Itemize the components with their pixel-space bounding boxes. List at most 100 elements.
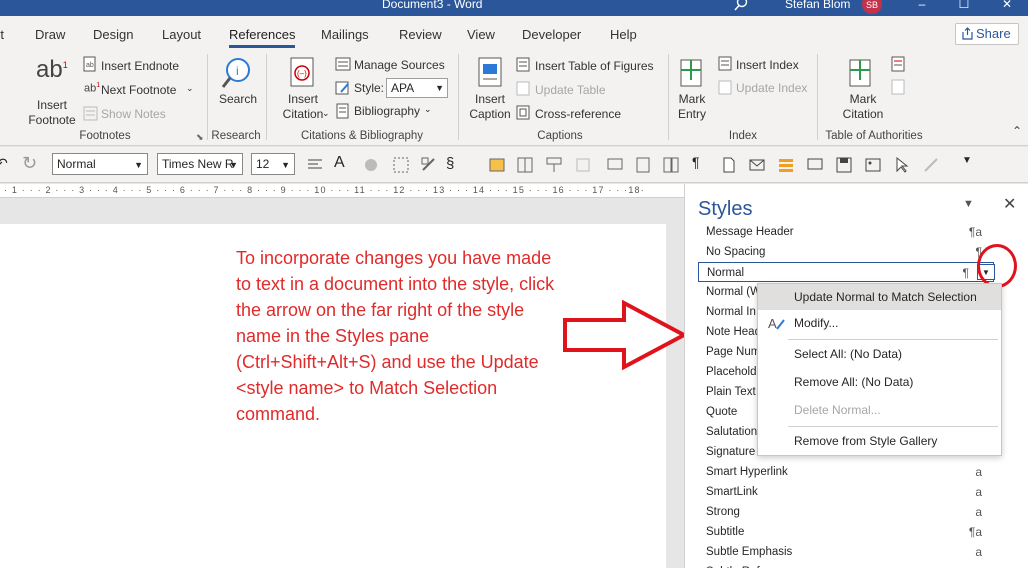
insert-endnote-button[interactable]: Insert Endnote [101, 59, 179, 73]
mark-citation-button[interactable]: Mark Citation [834, 92, 892, 122]
insert-table-of-figures-button[interactable]: Insert Table of Figures [535, 59, 654, 73]
style-list-item[interactable]: Normal ¶ ▼ [698, 262, 995, 282]
tab-mailings[interactable]: Mailings [321, 27, 369, 42]
collapse-ribbon-icon[interactable]: ⌃ [1012, 124, 1022, 138]
insert-table-icon[interactable] [516, 156, 534, 174]
style-type-icon: ¶ [962, 266, 969, 280]
picture-icon[interactable] [864, 156, 882, 174]
font-combo[interactable]: Times New R ▼ [157, 153, 243, 175]
font-combo-value: Times New R [162, 157, 234, 171]
styles-pane-icon[interactable] [420, 156, 438, 174]
style-list-item[interactable]: Strong a [698, 502, 994, 522]
manage-sources-button[interactable]: Manage Sources [354, 58, 445, 72]
restore-button[interactable]: ☐ [955, 0, 973, 14]
list-icon[interactable] [777, 156, 795, 174]
close-icon[interactable]: ✕ [1003, 194, 1016, 214]
tab-references[interactable]: References [229, 27, 296, 48]
style-list-item[interactable]: Smart Hyperlink a [698, 462, 994, 482]
pilcrow-icon[interactable]: ¶ [692, 154, 710, 172]
format-painter-icon[interactable] [545, 156, 563, 174]
citation-style-dropdown[interactable]: APA ▼ [386, 78, 448, 98]
insert-caption-button[interactable]: Insert Caption [463, 92, 517, 122]
user-name[interactable]: Stefan Blom [785, 0, 850, 11]
title-bar: Document3 - Word Stefan Blom SB – ☐ ✕ [0, 0, 1028, 16]
show-notes-button[interactable]: Show Notes [101, 107, 166, 121]
shading-icon[interactable] [362, 156, 380, 174]
dialog-launcher-icon[interactable]: ⬊ [196, 132, 204, 143]
draw-icon[interactable] [922, 156, 940, 174]
style-list-item[interactable]: Message Header ¶a [698, 222, 994, 242]
pane-options-icon[interactable]: ▼ [963, 198, 974, 210]
tab-insert[interactable]: rt [0, 27, 4, 42]
tab-review[interactable]: Review [399, 27, 442, 42]
font-size-combo[interactable]: 12 ▼ [251, 153, 295, 175]
pointer-arrow-icon [563, 300, 688, 370]
style-name: Normal [707, 267, 745, 279]
update-table-button[interactable]: Update Table [535, 83, 606, 97]
select-all-item[interactable]: Select All: (No Data) [758, 341, 1001, 367]
style-list-item[interactable]: SmartLink a [698, 482, 994, 502]
next-footnote-button[interactable]: Next Footnote [101, 83, 176, 97]
search-icon[interactable] [733, 0, 749, 12]
email-icon[interactable] [748, 156, 766, 174]
style-list-item[interactable]: Subtitle ¶a [698, 522, 994, 542]
select-pointer-icon[interactable] [893, 156, 911, 174]
new-document-icon[interactable] [720, 156, 738, 174]
print-preview-icon[interactable] [806, 156, 824, 174]
style-name: Signature [706, 446, 756, 458]
style-list-item[interactable]: Subtle Referencea [698, 562, 994, 568]
chevron-down-icon: ▼ [435, 83, 444, 93]
avatar[interactable]: SB [862, 0, 882, 14]
share-button[interactable]: Share [955, 23, 1019, 45]
group-separator [458, 54, 459, 140]
borders-icon[interactable] [392, 156, 410, 174]
horizontal-ruler[interactable]: · 1 · · · 2 · · · 3 · · · 4 · · · 5 · · … [0, 184, 684, 198]
update-toa-icon[interactable] [890, 79, 906, 95]
new-comment-icon[interactable] [606, 156, 624, 174]
cross-reference-button[interactable]: Cross-reference [535, 107, 621, 121]
update-to-match-selection-item[interactable]: Update Normal to Match Selection [758, 284, 1001, 310]
style-name: Quote [706, 406, 738, 418]
insert-picture-icon[interactable] [488, 156, 506, 174]
tab-design[interactable]: Design [93, 27, 133, 42]
insert-index-button[interactable]: Insert Index [736, 58, 799, 72]
style-list-item[interactable]: Subtle Emphasis a [698, 542, 994, 562]
insert-citation-dropdown-icon[interactable]: ⌄ [322, 108, 330, 119]
clear-formatting-icon[interactable] [574, 156, 592, 174]
tab-view[interactable]: View [467, 27, 495, 42]
insert-toa-icon[interactable] [890, 56, 906, 72]
manage-sources-icon [335, 57, 351, 71]
update-table-icon [516, 81, 530, 96]
bibliography-dropdown-icon[interactable]: ⌄ [424, 104, 432, 115]
tab-help[interactable]: Help [610, 27, 637, 42]
undo-icon[interactable]: ↶ [0, 155, 14, 173]
paragraph-format-icon[interactable] [306, 156, 324, 174]
close-window-button[interactable]: ✕ [998, 0, 1016, 14]
compare-icon[interactable] [662, 156, 680, 174]
insert-footnote-button[interactable]: ab1 Insert Footnote [28, 56, 76, 127]
next-footnote-dropdown-icon[interactable]: ⌄ [186, 83, 194, 94]
style-combo[interactable]: Normal ▼ [52, 153, 148, 175]
index-group-label: Index [728, 130, 758, 142]
tab-draw[interactable]: Draw [35, 27, 65, 42]
style-type-icon: ¶a [968, 225, 982, 239]
mark-entry-button[interactable]: Mark Entry [668, 92, 716, 122]
minimize-button[interactable]: – [913, 0, 931, 14]
font-color-icon[interactable]: A [334, 154, 352, 172]
update-index-button[interactable]: Update Index [736, 81, 807, 95]
customize-qat-icon[interactable]: ▼ [962, 155, 980, 173]
tab-developer[interactable]: Developer [522, 27, 581, 42]
modify-style-item[interactable]: A Modify... [758, 310, 1001, 336]
style-list-item[interactable]: No Spacing ¶ [698, 242, 994, 262]
remove-from-gallery-item[interactable]: Remove from Style Gallery [758, 428, 1001, 454]
delete-style-item[interactable]: Delete Normal... [758, 397, 1001, 423]
redo-icon[interactable]: ↻ [22, 153, 40, 173]
remove-all-item[interactable]: Remove All: (No Data) [758, 369, 1001, 395]
bibliography-button[interactable]: Bibliography [354, 104, 420, 118]
search-button[interactable]: Search [219, 92, 257, 106]
tab-layout[interactable]: Layout [162, 27, 201, 42]
styles-icon[interactable]: § [446, 155, 464, 173]
save-icon[interactable] [835, 156, 853, 174]
bibliography-icon [336, 103, 349, 119]
track-changes-icon[interactable] [634, 156, 652, 174]
